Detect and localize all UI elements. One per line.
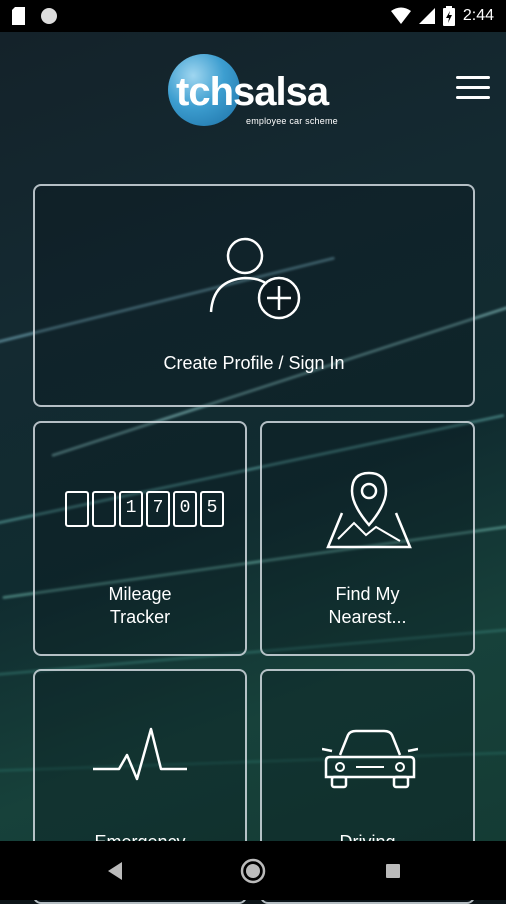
heartbeat-icon — [93, 727, 187, 781]
create-profile-label: Create Profile / Sign In — [163, 353, 345, 373]
app-header: tchsalsa employee car scheme — [0, 32, 506, 150]
find-nearest-tile[interactable]: Find My Nearest... — [260, 421, 475, 656]
battery-icon — [442, 6, 455, 26]
odometer-digit: 7 — [146, 491, 170, 527]
logo-tagline: employee car scheme — [246, 116, 338, 126]
wifi-icon — [390, 7, 411, 24]
odometer-digit — [65, 491, 89, 527]
hamburger-menu-icon[interactable] — [456, 76, 490, 104]
odometer-icon: 1 7 0 5 — [65, 491, 224, 527]
odometer-digit — [92, 491, 116, 527]
status-bar: 2:44 — [0, 0, 506, 32]
odometer-digit: 1 — [119, 491, 143, 527]
odometer-digit: 0 — [173, 491, 197, 527]
circle-notification-icon — [41, 8, 57, 24]
car-icon — [322, 729, 418, 789]
signal-icon — [418, 8, 435, 24]
android-nav-bar — [0, 841, 506, 900]
recents-square-icon[interactable] — [378, 856, 408, 886]
find-nearest-label-line2: Nearest... — [328, 607, 407, 627]
logo-text: tchsalsa — [176, 70, 329, 114]
map-pin-icon — [326, 471, 412, 549]
mileage-tracker-label-line2: Tracker — [109, 607, 171, 627]
tchsalsa-logo: tchsalsa employee car scheme — [168, 52, 348, 132]
odometer-digit: 5 — [200, 491, 224, 527]
sd-card-icon — [12, 7, 25, 25]
find-nearest-label-line1: Find My — [335, 584, 400, 604]
status-time: 2:44 — [462, 7, 494, 24]
mileage-tracker-tile[interactable]: 1 7 0 5 Mileage Tracker — [33, 421, 247, 656]
home-circle-icon[interactable] — [238, 856, 268, 886]
back-triangle-icon[interactable] — [100, 856, 130, 886]
mileage-tracker-label-line1: Mileage — [108, 584, 172, 604]
add-user-icon — [209, 237, 301, 320]
create-profile-tile[interactable]: Create Profile / Sign In — [33, 184, 475, 407]
